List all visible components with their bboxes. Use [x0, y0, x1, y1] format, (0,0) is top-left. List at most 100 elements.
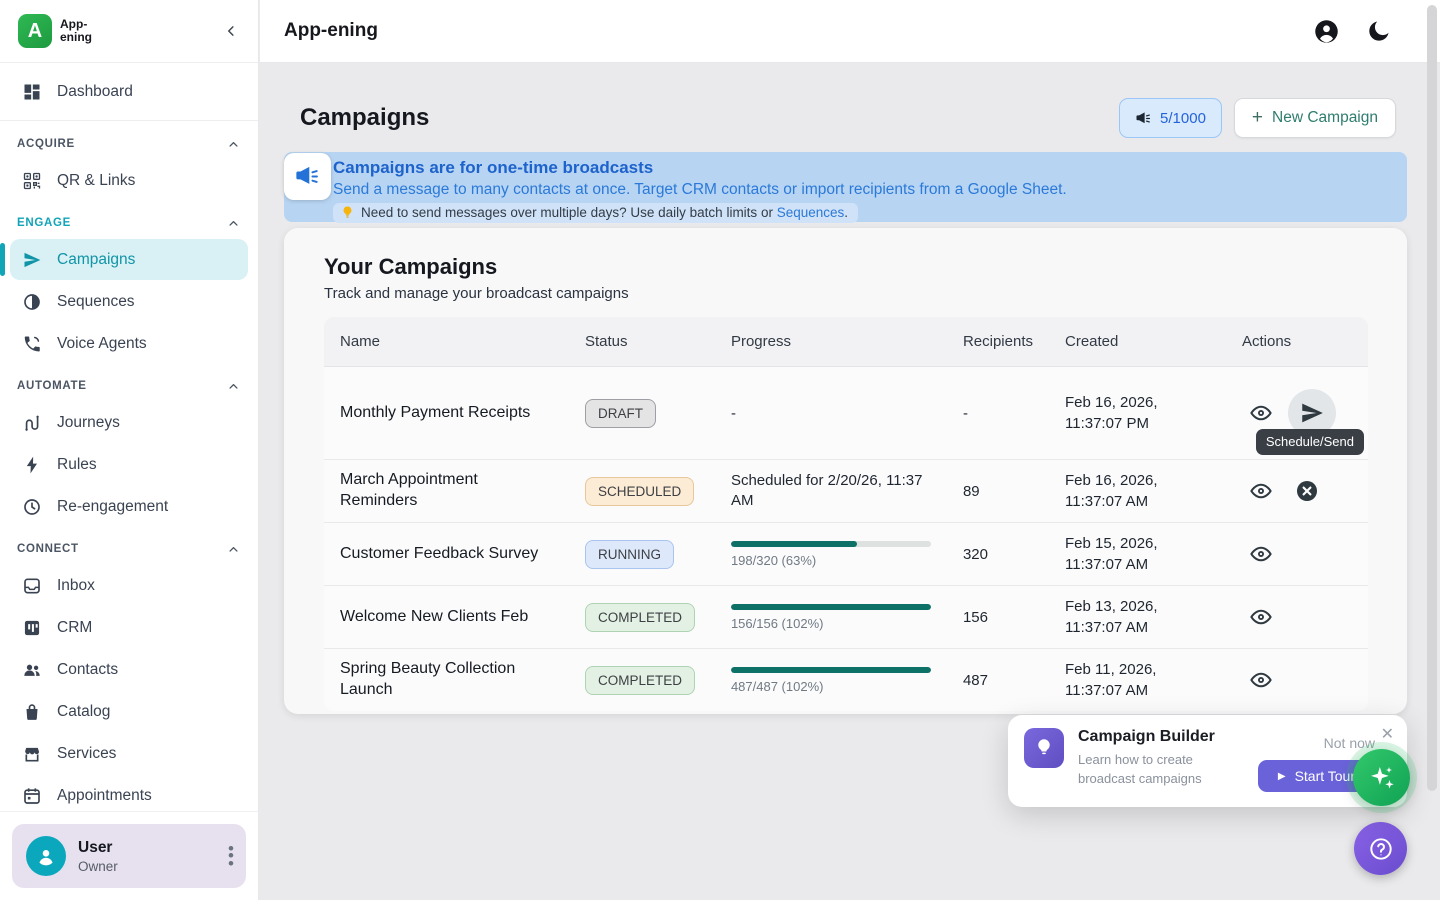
- sidebar-item-voice-agents[interactable]: Voice Agents: [10, 323, 248, 364]
- campaign-created: Feb 11, 2026, 11:37:07 AM: [1049, 649, 1226, 711]
- view-campaign-button[interactable]: [1242, 472, 1280, 510]
- cancel-campaign-button[interactable]: [1288, 472, 1326, 510]
- status-badge: SCHEDULED: [585, 477, 694, 506]
- sequences-link[interactable]: Sequences: [777, 205, 845, 220]
- sidebar-item-dashboard[interactable]: Dashboard: [10, 71, 248, 112]
- campaign-status: RUNNING: [569, 523, 715, 586]
- campaign-status: SCHEDULED: [569, 460, 715, 523]
- sidebar-item-label: Journeys: [57, 414, 120, 432]
- sidebar-item-label: Rules: [57, 456, 97, 474]
- campaigns-card: Your Campaigns Track and manage your bro…: [284, 228, 1407, 714]
- new-campaign-button[interactable]: + New Campaign: [1234, 98, 1396, 138]
- sidebar-nav: Dashboard ACQUIRE QR & Links ENGAGECampaig…: [0, 64, 258, 812]
- vertical-scrollbar[interactable]: [1427, 5, 1437, 791]
- sidebar-item-appointments[interactable]: Appointments: [10, 775, 248, 812]
- campaign-recipients: 320: [947, 523, 1049, 586]
- sidebar-item-re-engagement[interactable]: Re-engagement: [10, 486, 248, 527]
- campaign-name: Customer Feedback Survey: [324, 523, 569, 586]
- view-campaign-button[interactable]: [1242, 598, 1280, 636]
- bolt-icon: [22, 455, 42, 475]
- campaign-created: Feb 15, 2026, 11:37:07 AM: [1049, 523, 1226, 586]
- status-badge: COMPLETED: [585, 666, 695, 695]
- user-menu-kebab-icon[interactable]: •••: [228, 845, 234, 866]
- campaign-recipients: 156: [947, 586, 1049, 649]
- new-campaign-label: New Campaign: [1272, 109, 1378, 127]
- x-circle-icon: [1295, 479, 1319, 503]
- megaphone-icon: [284, 153, 331, 200]
- app-logo: A: [18, 14, 52, 48]
- view-campaign-button[interactable]: [1242, 661, 1280, 699]
- user-role: Owner: [78, 859, 118, 874]
- campaign-progress: -: [715, 367, 947, 460]
- sidebar-item-label: Voice Agents: [57, 335, 147, 353]
- sidebar-item-label: Catalog: [57, 703, 110, 721]
- section-label: CONNECT: [17, 543, 79, 555]
- sequences-icon: [22, 292, 42, 312]
- close-icon[interactable]: ✕: [1381, 724, 1394, 744]
- status-badge: COMPLETED: [585, 603, 695, 632]
- column-header-progress: Progress: [715, 317, 947, 367]
- campaign-created: Feb 16, 2026, 11:37:07 AM: [1049, 460, 1226, 523]
- progress-label: 487/487 (102%): [731, 679, 931, 694]
- progress-label: 156/156 (102%): [731, 616, 931, 631]
- campaign-name: Monthly Payment Receipts: [324, 367, 569, 460]
- section-header-automate[interactable]: AUTOMATE: [0, 371, 258, 401]
- send-icon: [1299, 400, 1325, 426]
- divider: [0, 120, 258, 121]
- table-row: Spring Beauty Collection LaunchCOMPLETED…: [324, 649, 1368, 711]
- campaign-actions: Schedule/Send: [1226, 367, 1368, 460]
- tip-suffix: .: [844, 205, 848, 220]
- app-root: A App-ening Dashboard ACQUIREQR & LinksE…: [0, 0, 1440, 900]
- campaign-status: COMPLETED: [569, 586, 715, 649]
- campaign-progress: 156/156 (102%): [715, 586, 947, 649]
- sidebar-item-contacts[interactable]: Contacts: [10, 649, 248, 690]
- sidebar-item-qr-links[interactable]: QR & Links: [10, 160, 248, 201]
- logo-letter: A: [28, 20, 42, 43]
- user-circle-icon[interactable]: [1313, 18, 1340, 45]
- quota-value: 5/1000: [1160, 110, 1206, 127]
- dark-mode-moon-icon[interactable]: [1365, 18, 1392, 45]
- send-icon: [22, 250, 42, 270]
- not-now-button[interactable]: Not now: [1324, 735, 1375, 751]
- sidebar-item-label: QR & Links: [57, 172, 135, 190]
- sidebar-item-sequences[interactable]: Sequences: [10, 281, 248, 322]
- sidebar-item-label: CRM: [57, 619, 92, 637]
- sidebar-item-inbox[interactable]: Inbox: [10, 565, 248, 606]
- help-fab[interactable]: [1354, 822, 1407, 875]
- section-header-connect[interactable]: CONNECT: [0, 534, 258, 564]
- eye-icon: [1249, 479, 1273, 503]
- eye-icon: [1249, 542, 1273, 566]
- sidebar-item-services[interactable]: Services: [10, 733, 248, 774]
- plus-icon: +: [1252, 107, 1263, 129]
- user-info: User Owner: [78, 839, 118, 874]
- ai-assistant-fab[interactable]: [1353, 749, 1410, 806]
- banner-subtitle: Send a message to many contacts at once.…: [333, 181, 1395, 199]
- campaign-recipients: 89: [947, 460, 1049, 523]
- sidebar-item-campaigns[interactable]: Campaigns: [10, 239, 248, 280]
- view-campaign-button[interactable]: [1242, 535, 1280, 573]
- column-header-name: Name: [324, 317, 569, 367]
- chevron-up-icon: [226, 542, 241, 557]
- sidebar-item-journeys[interactable]: Journeys: [10, 402, 248, 443]
- user-card[interactable]: User Owner •••: [12, 824, 246, 888]
- section-header-acquire[interactable]: ACQUIRE: [0, 129, 258, 159]
- info-banner: Campaigns are for one-time broadcasts Se…: [284, 152, 1407, 222]
- sidebar-item-label: Re-engagement: [57, 498, 168, 516]
- view-campaign-button[interactable]: [1242, 394, 1280, 432]
- user-name: User: [78, 839, 118, 857]
- sidebar-item-label: Sequences: [57, 293, 135, 311]
- card-subtitle: Track and manage your broadcast campaign…: [284, 280, 1407, 302]
- sidebar-item-label: Contacts: [57, 661, 118, 679]
- campaign-created: Feb 13, 2026, 11:37:07 AM: [1049, 586, 1226, 649]
- sparkles-icon: [1367, 763, 1397, 793]
- section-header-engage[interactable]: ENGAGE: [0, 208, 258, 238]
- sidebar-item-crm[interactable]: CRM: [10, 607, 248, 648]
- campaigns-table: NameStatusProgressRecipientsCreatedActio…: [324, 317, 1368, 711]
- sidebar-item-rules[interactable]: Rules: [10, 444, 248, 485]
- status-badge: RUNNING: [585, 540, 674, 569]
- sidebar-item-catalog[interactable]: Catalog: [10, 691, 248, 732]
- progress-bar: 487/487 (102%): [731, 667, 931, 694]
- sidebar-collapse-button[interactable]: [222, 22, 240, 40]
- campaign-quota-badge[interactable]: 5/1000: [1119, 98, 1222, 138]
- section-label: AUTOMATE: [17, 380, 87, 392]
